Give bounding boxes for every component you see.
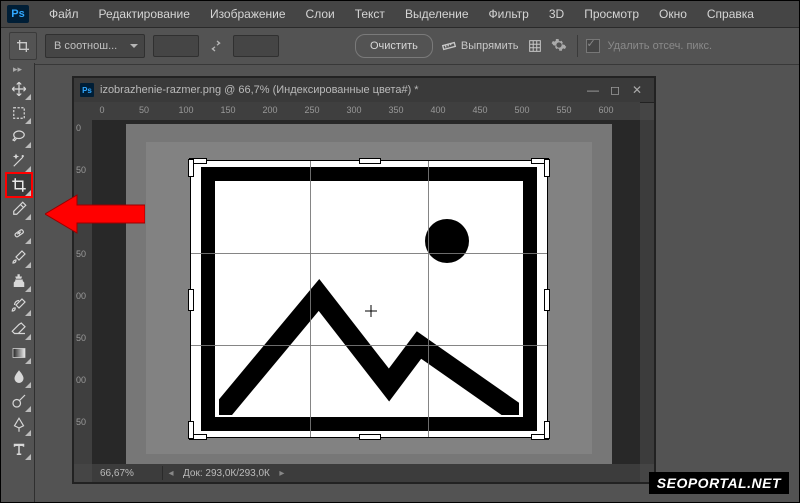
ruler-origin[interactable] bbox=[74, 102, 93, 121]
menu-window[interactable]: Окно bbox=[649, 7, 697, 21]
clear-label: Очистить bbox=[370, 40, 418, 52]
image-placeholder-sun bbox=[425, 219, 469, 263]
clear-button[interactable]: Очистить bbox=[355, 34, 433, 58]
crop-handle-tr[interactable] bbox=[544, 159, 550, 177]
menu-text[interactable]: Текст bbox=[345, 7, 395, 21]
crop-ratio-label: В соотнош... bbox=[54, 40, 117, 52]
crop-handle-r[interactable] bbox=[544, 289, 550, 311]
gear-icon bbox=[551, 37, 567, 53]
tool-brush[interactable] bbox=[6, 245, 32, 269]
tool-blur[interactable] bbox=[6, 365, 32, 389]
toolbox bbox=[5, 77, 33, 461]
tool-pen[interactable] bbox=[6, 413, 32, 437]
menu-file[interactable]: Файл bbox=[39, 7, 89, 21]
window-maximize[interactable]: ◻ bbox=[604, 83, 626, 97]
tool-marquee[interactable] bbox=[6, 101, 32, 125]
overlay-grid-button[interactable] bbox=[527, 38, 543, 54]
window-minimize[interactable]: — bbox=[582, 83, 604, 97]
expand-panels-button[interactable]: ▸▸ bbox=[1, 63, 34, 75]
straighten-button[interactable]: Выпрямить bbox=[441, 38, 519, 54]
crop-handle-l[interactable] bbox=[188, 289, 194, 311]
window-close[interactable]: ✕ bbox=[626, 83, 648, 97]
status-prev[interactable]: ◂ bbox=[165, 468, 177, 479]
doc-size-readout[interactable]: Док: 293,0К/293,0К bbox=[177, 468, 276, 479]
menu-filter[interactable]: Фильтр bbox=[479, 7, 539, 21]
crop-settings-button[interactable] bbox=[551, 37, 569, 55]
crop-ratio-dropdown[interactable]: В соотнош... bbox=[45, 34, 145, 58]
ruler-horizontal[interactable]: 0 50 100 150 200 250 300 350 400 450 500… bbox=[92, 102, 640, 121]
swap-dims-button[interactable] bbox=[207, 37, 225, 55]
crop-handle-t[interactable] bbox=[359, 158, 381, 164]
tool-type[interactable] bbox=[6, 437, 32, 461]
zoom-readout[interactable]: 66,67% bbox=[92, 468, 160, 479]
tool-crop[interactable] bbox=[6, 173, 32, 197]
delete-cropped-checkbox[interactable]: Удалить отсеч. пикс. bbox=[586, 39, 713, 53]
tool-dodge[interactable] bbox=[6, 389, 32, 413]
menu-image[interactable]: Изображение bbox=[200, 7, 296, 21]
delete-cropped-label: Удалить отсеч. пикс. bbox=[608, 40, 713, 52]
crop-handle-bl[interactable] bbox=[188, 421, 194, 439]
crop-grid-line bbox=[428, 161, 429, 437]
menu-layers[interactable]: Слои bbox=[296, 7, 345, 21]
cursor-icon bbox=[365, 305, 377, 317]
menu-3d[interactable]: 3D bbox=[539, 7, 574, 21]
crop-region[interactable] bbox=[190, 160, 548, 438]
document-window: Ps izobrazhenie-razmer.png @ 66,7% (Инде… bbox=[73, 77, 655, 483]
document-title: izobrazhenie-razmer.png @ 66,7% (Индекси… bbox=[100, 84, 419, 96]
crop-width-field[interactable] bbox=[153, 35, 199, 57]
tool-clone[interactable] bbox=[6, 269, 32, 293]
watermark: SEOPORTAL.NET bbox=[649, 472, 789, 494]
menu-view[interactable]: Просмотр bbox=[574, 7, 649, 21]
ps-file-icon: Ps bbox=[80, 83, 94, 97]
menu-help[interactable]: Справка bbox=[697, 7, 764, 21]
crop-handle-b[interactable] bbox=[359, 434, 381, 440]
tool-lasso[interactable] bbox=[6, 125, 32, 149]
tool-gradient[interactable] bbox=[6, 341, 32, 365]
app-logo: Ps bbox=[7, 5, 29, 23]
status-next[interactable]: ▸ bbox=[276, 468, 288, 479]
checkbox-icon bbox=[586, 39, 600, 53]
menu-edit[interactable]: Редактирование bbox=[89, 7, 200, 21]
vertical-scrollbar[interactable] bbox=[640, 120, 654, 464]
tool-history-brush[interactable] bbox=[6, 293, 32, 317]
menu-select[interactable]: Выделение bbox=[395, 7, 479, 21]
crop-grid-line bbox=[310, 161, 311, 437]
tool-healing[interactable] bbox=[6, 221, 32, 245]
ruler-vertical[interactable]: 0 50 00 50 00 50 00 50 bbox=[74, 120, 93, 464]
active-tool-icon[interactable] bbox=[9, 32, 37, 60]
grid-icon bbox=[527, 38, 543, 54]
crop-grid-line bbox=[191, 253, 547, 254]
separator bbox=[577, 35, 578, 57]
crop-height-field[interactable] bbox=[233, 35, 279, 57]
tool-eraser[interactable] bbox=[6, 317, 32, 341]
straighten-label: Выпрямить bbox=[461, 40, 519, 52]
crop-handle-br[interactable] bbox=[544, 421, 550, 439]
crop-handle-tl[interactable] bbox=[188, 159, 194, 177]
options-bar: В соотнош... Очистить Выпрямить Удалить … bbox=[1, 28, 799, 65]
document-tab[interactable]: Ps izobrazhenie-razmer.png @ 66,7% (Инде… bbox=[74, 78, 654, 103]
tool-move[interactable] bbox=[6, 77, 32, 101]
tool-eyedropper[interactable] bbox=[6, 197, 32, 221]
canvas-viewport[interactable] bbox=[92, 120, 640, 464]
status-bar: 66,67% ◂ Док: 293,0К/293,0К ▸ bbox=[92, 464, 640, 482]
menu-bar: Ps Файл Редактирование Изображение Слои … bbox=[1, 1, 799, 28]
ruler-icon bbox=[441, 38, 457, 54]
crop-grid-line bbox=[191, 345, 547, 346]
tool-magic-wand[interactable] bbox=[6, 149, 32, 173]
